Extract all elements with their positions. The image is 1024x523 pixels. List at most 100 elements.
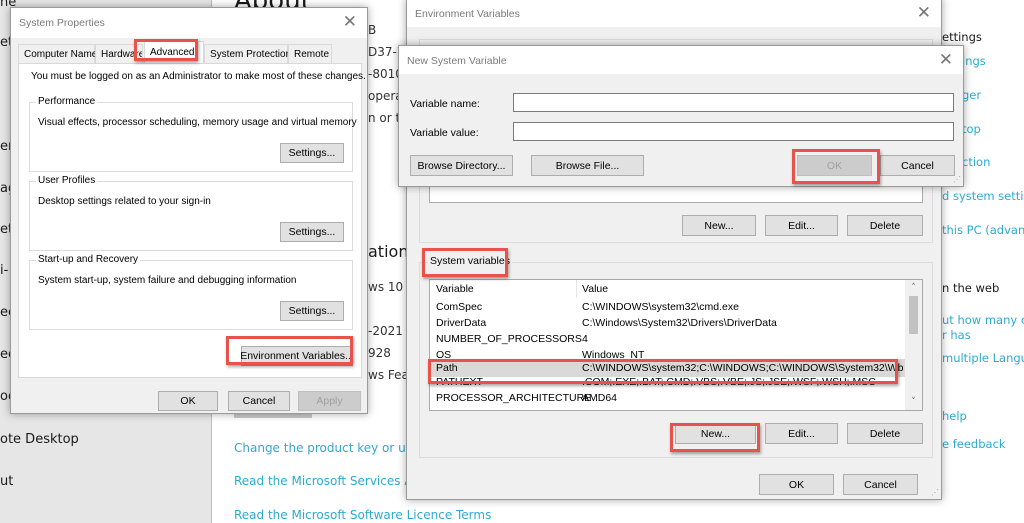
row-value: AMD64 — [582, 392, 618, 404]
dialog-title: System Properties — [19, 17, 105, 29]
user-profiles-settings-button[interactable]: Settings... — [280, 222, 344, 242]
dialog-title: Environment Variables — [415, 8, 520, 20]
group-title: Start-up and Recovery — [36, 254, 141, 265]
scroll-up-icon[interactable]: ˄ — [905, 280, 922, 296]
system-new-button[interactable]: New... — [675, 423, 756, 444]
dialog-title: New System Variable — [407, 55, 507, 67]
row-value: .COM;.EXE;.BAT;.CMD;.VBS;.VBE;.JS;.JSE;.… — [582, 376, 876, 388]
row-variable: PATHEXT — [436, 376, 483, 388]
browse-directory-button[interactable]: Browse Directory... — [410, 155, 513, 176]
ok-button[interactable]: OK — [158, 391, 218, 411]
advanced-system-settings-link[interactable]: d system setting — [942, 189, 1024, 203]
environment-variables-button[interactable]: Environment Variables... — [240, 346, 354, 366]
get-help-link[interactable]: help — [942, 409, 967, 423]
titlebar[interactable]: New System Variable ✕ — [399, 46, 963, 74]
web-help-heading: n the web — [942, 281, 1000, 295]
related-link[interactable]: ings — [962, 54, 986, 68]
titlebar[interactable]: Environment Variables ✕ — [407, 0, 941, 27]
cancel-button[interactable]: Cancel — [880, 155, 955, 176]
row-value: C:\Windows\System32\Drivers\DriverData — [582, 317, 777, 329]
related-link[interactable]: top — [962, 122, 981, 136]
tab-computer-name[interactable]: Computer Name — [18, 44, 97, 63]
row-variable: PROCESSOR_ARCHITECTURE — [436, 392, 592, 404]
system-properties-dialog: System Properties ✕ Computer Name Hardwa… — [10, 7, 368, 414]
rename-pc-advanced-link[interactable]: this PC (advanc — [942, 223, 1024, 237]
scroll-down-icon[interactable]: ˅ — [905, 394, 922, 410]
ok-button[interactable]: OK — [759, 474, 834, 495]
sidebar-item[interactable]: i- — [0, 263, 8, 278]
group-description: Visual effects, processor scheduling, me… — [38, 117, 357, 128]
apply-button[interactable]: Apply — [298, 391, 361, 411]
row-value: 4 — [582, 333, 588, 345]
row-variable: OS — [436, 349, 452, 359]
variable-name-input[interactable] — [513, 93, 954, 112]
column-divider[interactable] — [576, 280, 577, 298]
new-system-variable-dialog: New System Variable ✕ Variable name: Var… — [398, 45, 964, 187]
spec-fragment: -2021 — [368, 324, 403, 338]
user-new-button[interactable]: New... — [682, 215, 756, 236]
row-value: C:\WINDOWS\system32\cmd.exe — [582, 301, 739, 313]
system-variables-label: System variables — [428, 255, 512, 267]
group-title: Performance — [36, 96, 98, 107]
related-link[interactable]: ction — [962, 155, 990, 169]
resize-grip-icon[interactable]: ⋰ — [953, 176, 961, 184]
user-variables-list[interactable] — [429, 187, 923, 203]
licence-terms-link[interactable]: Read the Microsoft Software Licence Term… — [234, 508, 491, 522]
column-header-variable[interactable]: Variable — [436, 283, 474, 295]
ok-button[interactable]: OK — [797, 155, 872, 176]
scrollbar-thumb[interactable] — [909, 296, 918, 334]
table-row[interactable]: OS Windows_NT — [430, 347, 906, 359]
advanced-tab-panel: You must be logged on as an Administrato… — [18, 63, 366, 378]
table-row[interactable]: PATHEXT .COM;.EXE;.BAT;.CMD;.VBS;.VBE;.JS… — [430, 376, 906, 390]
system-edit-button[interactable]: Edit... — [765, 423, 838, 444]
cancel-button[interactable]: Cancel — [228, 391, 290, 411]
user-profiles-group: User Profiles Desktop settings related t… — [29, 175, 353, 251]
related-link[interactable]: ger — [962, 88, 981, 102]
column-header-value[interactable]: Value — [582, 283, 608, 295]
table-row[interactable]: NUMBER_OF_PROCESSORS 4 — [430, 331, 906, 347]
row-value: C:\WINDOWS\system32;C:\WINDOWS;C:\WINDOW… — [582, 362, 904, 374]
web-link[interactable]: r has — [942, 328, 971, 342]
row-variable: ComSpec — [436, 301, 483, 313]
table-row[interactable]: DriverData C:\Windows\System32\Drivers\Dr… — [430, 315, 906, 331]
give-feedback-link[interactable]: e feedback — [942, 437, 1006, 451]
close-icon[interactable]: ✕ — [939, 50, 953, 70]
table-row-selected[interactable]: Path C:\WINDOWS\system32;C:\WINDOWS;C:\WI… — [430, 359, 906, 377]
startup-recovery-group: Start-up and Recovery System start-up, s… — [29, 254, 353, 330]
sidebar-item-about[interactable]: ut — [0, 474, 13, 489]
tab-hardware[interactable]: Hardware — [95, 44, 143, 63]
tab-advanced[interactable]: Advanced — [144, 41, 204, 64]
system-delete-button[interactable]: Delete — [847, 423, 923, 444]
performance-group: Performance Visual effects, processor sc… — [29, 96, 357, 172]
spec-fragment: n or t — [368, 111, 401, 125]
product-key-link[interactable]: Change the product key or upgr — [234, 441, 426, 455]
windows-spec-heading: ation — [368, 242, 409, 261]
close-icon[interactable]: ✕ — [917, 3, 931, 23]
list-header: Variable Value — [430, 280, 906, 298]
startup-recovery-settings-button[interactable]: Settings... — [280, 301, 344, 321]
sidebar-item-remote-desktop[interactable]: ote Desktop — [0, 432, 79, 447]
row-value: Windows_NT — [582, 349, 645, 359]
user-delete-button[interactable]: Delete — [847, 215, 923, 236]
web-link[interactable]: multiple Langu — [942, 351, 1024, 365]
browse-file-button[interactable]: Browse File... — [531, 155, 644, 176]
vertical-scrollbar[interactable]: ˄ ˅ — [905, 280, 922, 410]
cancel-button[interactable]: Cancel — [843, 474, 918, 495]
services-agreement-link[interactable]: Read the Microsoft Services Agr — [234, 474, 425, 488]
resize-grip-icon[interactable]: ⋰ — [931, 489, 939, 497]
system-variables-list[interactable]: Variable Value ComSpec C:\WINDOWS\system3… — [429, 279, 923, 411]
close-icon[interactable]: ✕ — [343, 12, 357, 32]
titlebar[interactable]: System Properties ✕ — [11, 8, 367, 38]
row-variable: DriverData — [436, 317, 487, 329]
table-row[interactable]: ComSpec C:\WINDOWS\system32\cmd.exe — [430, 299, 906, 315]
spec-fragment: 928 — [368, 346, 391, 360]
web-link[interactable]: ut how many c — [942, 313, 1024, 327]
performance-settings-button[interactable]: Settings... — [280, 143, 344, 163]
tab-remote[interactable]: Remote — [288, 44, 332, 63]
spec-fragment: B — [368, 23, 377, 37]
row-variable: NUMBER_OF_PROCESSORS — [436, 333, 582, 345]
table-row[interactable]: PROCESSOR_ARCHITECTURE AMD64 — [430, 390, 906, 406]
user-edit-button[interactable]: Edit... — [765, 215, 838, 236]
tab-system-protection[interactable]: System Protection — [204, 44, 291, 63]
variable-value-input[interactable] — [513, 122, 954, 141]
